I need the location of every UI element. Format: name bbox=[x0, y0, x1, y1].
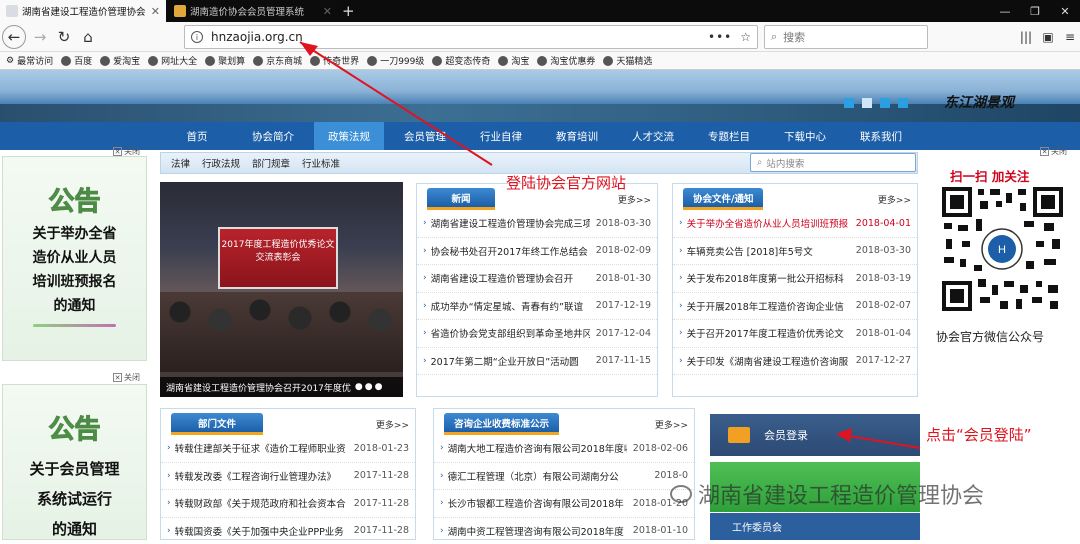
annotation-site: 登陆协会官方网站 bbox=[506, 174, 627, 192]
annotation-login: 点击“会员登陆” bbox=[926, 426, 1032, 444]
wechat-icon bbox=[670, 485, 692, 503]
watermark: 湖南省建设工程造价管理协会 bbox=[670, 478, 984, 510]
arrow-head bbox=[836, 428, 852, 442]
arrow-head bbox=[300, 42, 318, 56]
arrow-line bbox=[299, 41, 493, 166]
annotation-arrows bbox=[299, 41, 921, 449]
